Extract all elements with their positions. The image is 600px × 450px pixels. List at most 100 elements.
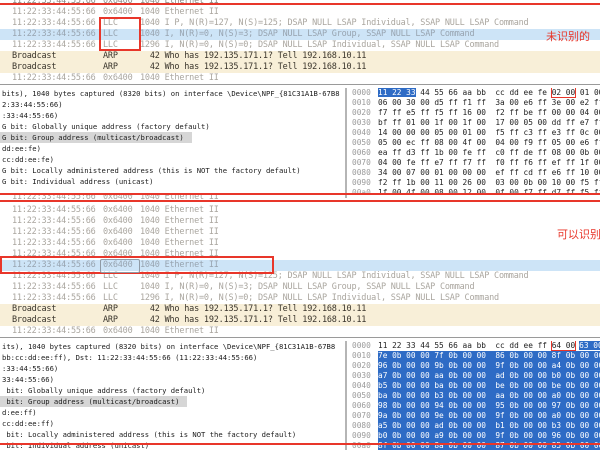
hex-row[interactable]: 0050 ba 0b 00 00 b3 0b 00 00 aa 0b 00 00… [347,391,600,401]
hex-row[interactable]: 0000 11 22 33 44 55 66 aa bb cc dd ee ff… [347,341,600,351]
packet-row[interactable]: 11:22:33:44:55:66 0x6400 1040 Ethernet I… [0,238,600,249]
hex-row[interactable]: 0040 14 00 00 00 05 00 01 00 f5 ff c3 ff… [347,128,600,138]
packet-row[interactable]: Broadcast ARP 42 Who has 192.135.171.1? … [0,304,600,315]
annotation-red-line-bottom [0,443,600,445]
packet-info: 1040 Ethernet II [140,326,600,337]
detail-line[interactable]: G bit: Globally unique address (factory … [0,121,345,132]
detail-line[interactable]: bit: Individual address (unicast) [0,440,345,450]
packet-row[interactable]: 11:22:33:44:55:66 LLC 1040 I, N(R)=0, N(… [0,282,600,293]
hex-offset: 0000 [347,88,378,98]
packet-source: Broadcast [0,62,103,73]
hex-row[interactable]: 0020 f7 ff e5 ff f5 ff 16 00 f2 ff be ff… [347,108,600,118]
packet-protocol: LLC [103,282,140,293]
hex-row[interactable]: 0090 b0 0b 00 00 a9 0b 00 00 9f 0b 00 00… [347,431,600,441]
hex-selected-bytes: 11 22 33 [378,88,416,97]
hex-row[interactable]: 0060 ea ff d3 ff 1b 00 fe ff c0 ff de ff… [347,148,600,158]
packet-row[interactable]: Broadcast ARP 42 Who has 192.135.171.1? … [0,315,600,326]
packet-row[interactable]: 11:22:33:44:55:66 LLC 1040 I P, N(R)=127… [0,18,600,29]
detail-line[interactable]: its), 1040 bytes captured (8320 bits) on… [0,341,345,352]
packet-info: 1040 Ethernet II [140,205,600,216]
hex-row[interactable]: 0060 98 0b 00 00 94 0b 00 00 95 0b 00 00… [347,401,600,411]
detail-line[interactable]: G bit: Individual address (unicast) [0,176,345,187]
hex-offset: 0060 [347,401,378,411]
hex-bytes: bf ff 01 00 1f 00 1f 00 17 00 05 00 dd f… [378,118,600,128]
packet-row[interactable]: 11:22:33:44:55:66 0x6400 1040 Ethernet I… [0,227,600,238]
packet-info: 42 Who has 192.135.171.1? Tell 192.168.1… [140,304,600,315]
hex-row[interactable]: 0040 b5 0b 00 00 ba 0b 00 00 be 0b 00 00… [347,381,600,391]
packet-source: Broadcast [0,315,103,326]
top-packet-details: bits), 1040 bytes captured (8320 bits) o… [0,88,347,198]
packet-row[interactable]: 11:22:33:44:55:66 0x6400 1040 Ethernet I… [0,73,600,84]
hex-row[interactable]: 0070 04 00 fe ff e7 ff f7 ff f0 ff f6 ff… [347,158,600,168]
detail-line[interactable]: bit: Group address (multicast/broadcast) [0,396,187,407]
hex-row[interactable]: 0030 a7 0b 00 00 aa 0b 00 00 ad 0b 00 00… [347,371,600,381]
hex-redboxed-bytes: 64 00 [552,341,575,350]
hex-row[interactable]: 0020 96 0b 00 00 9b 0b 00 00 9f 0b 00 00… [347,361,600,371]
hex-row[interactable]: 0070 9a 0b 00 00 9e 0b 00 00 9f 0b 00 00… [347,411,600,421]
hex-bytes: 06 00 30 00 d5 ff f1 ff 3a 00 e6 ff 3e 0… [378,98,600,108]
hex-bytes: b0 0b 00 00 a9 0b 00 00 9f 0b 00 00 96 0… [378,431,600,441]
packet-info: 1040 Ethernet II [140,73,600,84]
detail-line[interactable]: bit: Globally unique address (factory de… [0,385,345,396]
packet-source: Broadcast [0,51,103,62]
packet-source: 11:22:33:44:55:66 [0,282,103,293]
packet-row[interactable]: 11:22:33:44:55:66 LLC 1296 I, N(R)=0, N(… [0,293,600,304]
packet-source: 11:22:33:44:55:66 [0,29,103,40]
top-hex-rows: 0010 06 00 30 00 d5 ff f1 ff 3a 00 e6 ff… [347,98,600,198]
packet-protocol: 0x6400 [103,326,140,337]
packet-protocol: 0x6400 [103,227,140,238]
hex-bytes: 98 0b 00 00 94 0b 00 00 95 0b 00 00 97 0… [378,401,600,411]
packet-row[interactable]: 11:22:33:44:55:66 0x6400 1040 Ethernet I… [0,326,600,337]
annotation-red-line-seam-upper [0,193,600,195]
hex-row[interactable]: 0050 05 00 ec ff 08 00 4f 00 04 00 f9 ff… [347,138,600,148]
packet-protocol: ARP [103,315,140,326]
hex-row[interactable]: 0080 34 00 07 00 01 00 00 00 ef ff cd ff… [347,168,600,178]
packet-row[interactable]: Broadcast ARP 42 Who has 192.135.171.1? … [0,51,600,62]
hex-offset: 0040 [347,381,378,391]
hex-bytes: ea ff d3 ff 1b 00 fe ff c0 ff de ff 08 0… [378,148,600,158]
packet-info: 1040 Ethernet II [140,216,600,227]
detail-line[interactable]: G bit: Group address (multicast/broadcas… [0,132,192,143]
bottom-hex-rows: 0010 7e 0b 00 00 7f 0b 00 00 86 0b 00 00… [347,351,600,450]
detail-line[interactable]: 2:33:44:55:66) [0,99,345,110]
detail-line[interactable]: bit: Locally administered address (this … [0,429,345,440]
hex-offset: 0000 [347,341,378,351]
detail-line[interactable]: G bit: Locally administered address (thi… [0,165,345,176]
packet-row[interactable]: Broadcast ARP 42 Who has 192.135.171.1? … [0,62,600,73]
packet-protocol: 0x6400 [103,73,140,84]
packet-row[interactable]: 11:22:33:44:55:66 0x6400 1040 Ethernet I… [0,205,600,216]
packet-row[interactable]: 11:22:33:44:55:66 LLC 1296 I, N(R)=0, N(… [0,40,600,51]
detail-line[interactable]: :33:44:55:66) [0,363,345,374]
detail-line[interactable]: :33:44:55:66) [0,110,345,121]
packet-row[interactable]: 11:22:33:44:55:66 0x6400 1040 Ethernet I… [0,216,600,227]
hex-bytes: 04 00 fe ff e7 ff f7 ff f0 ff f6 ff ef f… [378,158,600,168]
hex-row[interactable]: 0080 a5 0b 00 00 ad 0b 00 00 b1 0b 00 00… [347,421,600,431]
hex-redboxed-bytes: 02 00 [552,88,575,97]
detail-line[interactable]: 33:44:55:66) [0,374,345,385]
hex-bytes: f2 ff 1b 00 11 00 26 00 03 00 0b 00 10 0… [378,178,600,188]
packet-protocol: 0x6400 [103,216,140,227]
packet-row[interactable]: 11:22:33:44:55:66 0x6400 1040 Ethernet I… [0,7,600,18]
packet-info: 42 Who has 192.135.171.1? Tell 192.168.1… [140,62,600,73]
packet-source: Broadcast [0,304,103,315]
hex-bytes: 05 00 ec ff 08 00 4f 00 04 00 f9 ff 05 0… [378,138,600,148]
hex-offset: 0080 [347,421,378,431]
hex-offset: 0060 [347,148,378,158]
detail-line[interactable]: bits), 1040 bytes captured (8320 bits) o… [0,88,345,99]
detail-line[interactable]: cc:dd:ee:fe) [0,154,345,165]
detail-line[interactable]: bb:cc:dd:ee:ff), Dst: 11:22:33:44:55:66 … [0,352,345,363]
packet-protocol: ARP [103,304,140,315]
detail-line[interactable]: d:ee:ff) [0,407,345,418]
packet-protocol: LLC [103,293,140,304]
detail-line[interactable]: cc:dd:ee:ff) [0,418,345,429]
hex-offset: 0030 [347,371,378,381]
detail-line[interactable]: dd:ee:fe) [0,143,345,154]
packet-info: 1040 I, N(R)=0, N(S)=3; DSAP NULL LSAP G… [140,282,600,293]
hex-row[interactable]: 0090 f2 ff 1b 00 11 00 26 00 03 00 0b 00… [347,178,600,188]
hex-row[interactable]: 0000 11 22 33 44 55 66 aa bb cc dd ee fe… [347,88,600,98]
hex-row[interactable]: 0010 7e 0b 00 00 7f 0b 00 00 86 0b 00 00… [347,351,600,361]
hex-row[interactable]: 0010 06 00 30 00 d5 ff f1 ff 3a 00 e6 ff… [347,98,600,108]
packet-row[interactable]: 11:22:33:44:55:66 LLC 1040 I, N(R)=0, N(… [0,29,600,40]
hex-row[interactable]: 0030 bf ff 01 00 1f 00 1f 00 17 00 05 00… [347,118,600,128]
recognized-label: 可以识别 [557,229,600,241]
